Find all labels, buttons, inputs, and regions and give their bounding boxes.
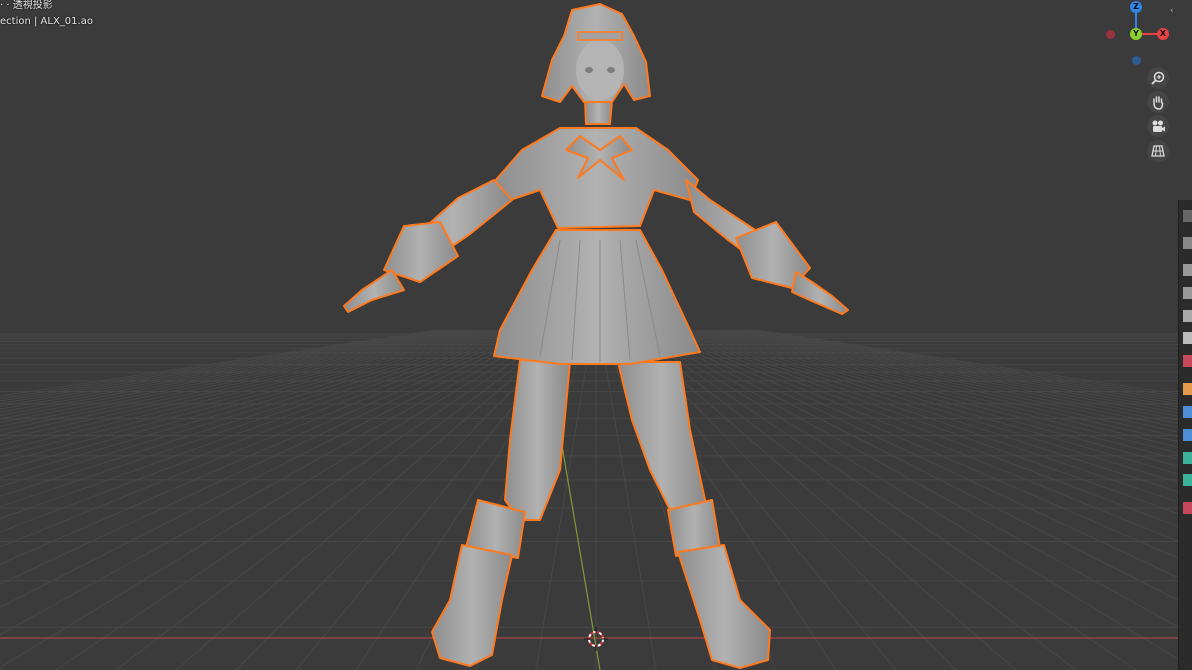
output-icon[interactable]	[1183, 264, 1192, 276]
gizmo-neg-x-axis[interactable]	[1106, 30, 1115, 39]
camera-icon	[1152, 120, 1165, 132]
object-icon[interactable]	[1183, 383, 1192, 395]
torso	[493, 127, 699, 229]
grid-ortho-icon	[1151, 145, 1165, 157]
3d-cursor-icon[interactable]	[584, 627, 608, 651]
collapse-arrow-icon[interactable]: ‹	[1170, 6, 1174, 16]
constraints-icon[interactable]	[1183, 474, 1192, 486]
zoom-icon	[1151, 71, 1165, 85]
neck	[584, 99, 613, 125]
skirt	[493, 229, 701, 365]
left-hand	[343, 269, 405, 313]
right-leg	[617, 361, 706, 521]
left-boot	[431, 544, 513, 667]
view-mode-label: · · 透視投影	[0, 0, 53, 11]
left-leg	[504, 359, 571, 521]
render-icon[interactable]	[1183, 237, 1192, 249]
gizmo-z-axis[interactable]: Z	[1130, 1, 1142, 13]
gizmo-y-axis[interactable]: Y	[1130, 28, 1142, 40]
texture-icon[interactable]	[1183, 502, 1192, 514]
collection-info-label: ection | ALX_01.ao	[0, 16, 93, 27]
modifier-icon[interactable]	[1183, 406, 1192, 418]
pan-button[interactable]	[1147, 91, 1169, 113]
gizmo-neg-z-axis[interactable]	[1132, 56, 1141, 65]
gizmo-x-axis[interactable]: X	[1157, 28, 1169, 40]
zoom-button[interactable]	[1147, 67, 1169, 89]
navigation-gizmo[interactable]: Z Y X	[1100, 0, 1175, 70]
properties-tab-strip	[1178, 200, 1192, 670]
pan-hand-icon	[1153, 96, 1164, 110]
3d-viewport[interactable]: · · 透視投影 ection | ALX_01.ao Z Y X ‹	[0, 0, 1192, 670]
character-model[interactable]	[0, 0, 1192, 670]
ortho-toggle-button[interactable]	[1147, 140, 1169, 162]
collection-icon[interactable]	[1183, 355, 1192, 367]
camera-view-button[interactable]	[1147, 115, 1169, 137]
tool-icon[interactable]	[1183, 210, 1192, 222]
physics-icon[interactable]	[1183, 452, 1192, 464]
right-boot	[677, 544, 771, 669]
scene-icon[interactable]	[1183, 310, 1192, 322]
world-icon[interactable]	[1183, 332, 1192, 344]
particles-icon[interactable]	[1183, 429, 1192, 441]
view-layer-icon[interactable]	[1183, 287, 1192, 299]
right-hand	[791, 271, 849, 315]
